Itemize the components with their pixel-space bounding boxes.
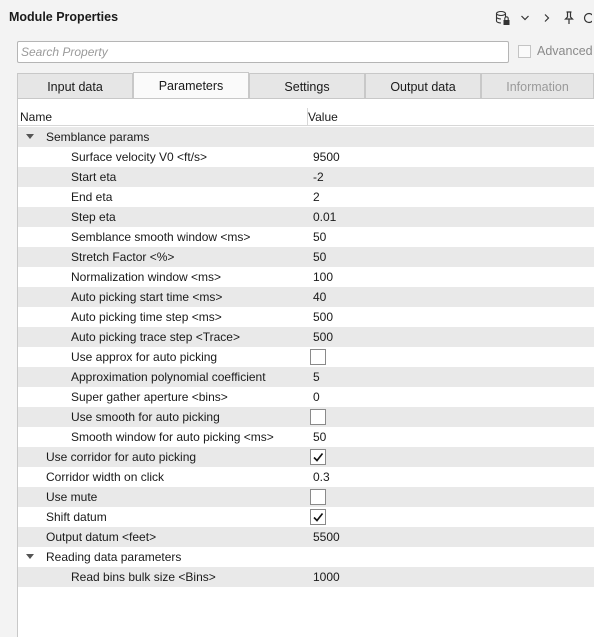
property-name: Normalization window <ms> xyxy=(71,270,222,284)
property-value[interactable]: 2 xyxy=(313,190,320,204)
property-name: Auto picking trace step <Trace> xyxy=(71,330,240,344)
window-title: Module Properties xyxy=(9,10,119,24)
search-field[interactable] xyxy=(17,41,509,63)
property-name: Auto picking start time <ms> xyxy=(71,290,223,304)
group-row-reading-data-parameters[interactable]: Reading data parameters xyxy=(18,547,594,567)
property-checkbox[interactable] xyxy=(310,449,326,465)
property-name: Semblance params xyxy=(46,130,150,144)
property-value[interactable]: -2 xyxy=(313,170,324,184)
property-value[interactable]: 50 xyxy=(313,230,326,244)
property-row-stretch-factor[interactable]: Stretch Factor <%> 50 xyxy=(18,247,594,267)
property-name: Use corridor for auto picking xyxy=(46,450,197,464)
database-lock-icon[interactable] xyxy=(492,8,514,28)
tab-settings[interactable]: Settings xyxy=(249,73,365,99)
property-row-corridor-width-on-click[interactable]: Corridor width on click 0.3 xyxy=(18,467,594,487)
property-checkbox[interactable] xyxy=(310,509,326,525)
property-row-normalization-window-ms[interactable]: Normalization window <ms> 100 xyxy=(18,267,594,287)
property-name: Super gather aperture <bins> xyxy=(71,390,228,404)
property-row-super-gather-aperture-bins[interactable]: Super gather aperture <bins> 0 xyxy=(18,387,594,407)
property-row-shift-datum[interactable]: Shift datum xyxy=(18,507,594,527)
tab-parameters[interactable]: Parameters xyxy=(133,72,249,99)
title-bar: Module Properties xyxy=(0,0,594,36)
title-bar-icons xyxy=(492,8,594,28)
property-name: Shift datum xyxy=(46,510,107,524)
property-name: Output datum <feet> xyxy=(46,530,157,544)
property-value[interactable]: 100 xyxy=(313,270,333,284)
property-value[interactable]: 0 xyxy=(313,390,320,404)
property-name: Step eta xyxy=(71,210,116,224)
property-row-output-datum-feet[interactable]: Output datum <feet> 5500 xyxy=(18,527,594,547)
property-name: Surface velocity V0 <ft/s> xyxy=(71,150,208,164)
property-row-approximation-polynomial-coefficient[interactable]: Approximation polynomial coefficient 5 xyxy=(18,367,594,387)
property-checkbox[interactable] xyxy=(310,349,326,365)
property-row-use-smooth-for-auto-picking[interactable]: Use smooth for auto picking xyxy=(18,407,594,427)
pin-icon[interactable] xyxy=(558,8,580,28)
property-name: Use approx for auto picking xyxy=(71,350,218,364)
property-name: Approximation polynomial coefficient xyxy=(71,370,266,384)
property-value[interactable]: 0.01 xyxy=(313,210,336,224)
property-value[interactable]: 5 xyxy=(313,370,320,384)
property-name: Semblance smooth window <ms> xyxy=(71,230,251,244)
tab-output-data[interactable]: Output data xyxy=(365,73,481,99)
grid-header: Name Value xyxy=(18,108,594,126)
group-row-semblance-params[interactable]: Semblance params xyxy=(18,127,594,147)
collapse-arrow-icon[interactable] xyxy=(26,134,34,139)
property-checkbox[interactable] xyxy=(310,489,326,505)
property-row-end-eta[interactable]: End eta 2 xyxy=(18,187,594,207)
property-name: Auto picking time step <ms> xyxy=(71,310,222,324)
property-grid: Semblance params Surface velocity V0 <ft/… xyxy=(18,127,594,587)
property-checkbox[interactable] xyxy=(310,409,326,425)
property-row-use-approx-for-auto-picking[interactable]: Use approx for auto picking xyxy=(18,347,594,367)
property-row-step-eta[interactable]: Step eta 0.01 xyxy=(18,207,594,227)
collapse-arrow-icon[interactable] xyxy=(26,554,34,559)
advanced-toggle[interactable]: Advanced xyxy=(518,44,593,58)
property-name: End eta xyxy=(71,190,113,204)
property-name: Smooth window for auto picking <ms> xyxy=(71,430,274,444)
property-name: Read bins bulk size <Bins> xyxy=(71,570,216,584)
column-header-name[interactable]: Name xyxy=(20,110,52,124)
property-row-use-corridor-for-auto-picking[interactable]: Use corridor for auto picking xyxy=(18,447,594,467)
property-name: Corridor width on click xyxy=(46,470,165,484)
property-name: Use mute xyxy=(46,490,98,504)
property-row-surface-velocity-v0-ft-s[interactable]: Surface velocity V0 <ft/s> 9500 xyxy=(18,147,594,167)
property-value[interactable]: 500 xyxy=(313,310,333,324)
property-value[interactable]: 40 xyxy=(313,290,326,304)
property-row-use-mute[interactable]: Use mute xyxy=(18,487,594,507)
property-value[interactable]: 5500 xyxy=(313,530,340,544)
tab-information: Information xyxy=(481,73,594,99)
chevron-down-icon[interactable] xyxy=(514,8,536,28)
property-name: Start eta xyxy=(71,170,117,184)
property-row-semblance-smooth-window-ms[interactable]: Semblance smooth window <ms> 50 xyxy=(18,227,594,247)
column-header-value[interactable]: Value xyxy=(308,110,338,124)
search-input[interactable] xyxy=(18,42,508,62)
more-icon[interactable] xyxy=(580,8,594,28)
property-value[interactable]: 0.3 xyxy=(313,470,330,484)
property-value[interactable]: 9500 xyxy=(313,150,340,164)
property-name: Use smooth for auto picking xyxy=(71,410,220,424)
property-row-smooth-window-for-auto-picking-ms[interactable]: Smooth window for auto picking <ms> 50 xyxy=(18,427,594,447)
property-row-start-eta[interactable]: Start eta -2 xyxy=(18,167,594,187)
property-value[interactable]: 50 xyxy=(313,250,326,264)
property-row-auto-picking-trace-step-trace[interactable]: Auto picking trace step <Trace> 500 xyxy=(18,327,594,347)
property-value[interactable]: 1000 xyxy=(313,570,340,584)
checkmark-icon xyxy=(313,453,324,462)
property-value[interactable]: 50 xyxy=(313,430,326,444)
checkmark-icon xyxy=(313,513,324,522)
property-row-read-bins-bulk-size-bins[interactable]: Read bins bulk size <Bins> 1000 xyxy=(18,567,594,587)
tab-input-data[interactable]: Input data xyxy=(17,73,133,99)
property-row-auto-picking-time-step-ms[interactable]: Auto picking time step <ms> 500 xyxy=(18,307,594,327)
property-row-auto-picking-start-time-ms[interactable]: Auto picking start time <ms> 40 xyxy=(18,287,594,307)
chevron-right-icon[interactable] xyxy=(536,8,558,28)
advanced-label: Advanced xyxy=(537,44,593,58)
property-value[interactable]: 500 xyxy=(313,330,333,344)
advanced-checkbox[interactable] xyxy=(518,44,531,58)
property-name: Reading data parameters xyxy=(46,550,182,564)
property-name: Stretch Factor <%> xyxy=(71,250,175,264)
